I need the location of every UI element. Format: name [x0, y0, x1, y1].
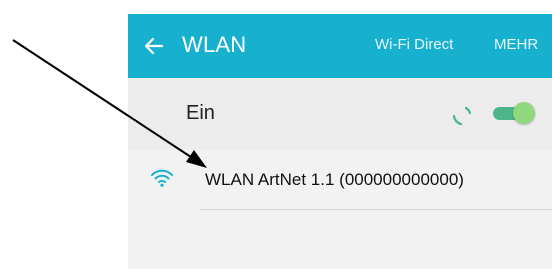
list-divider — [200, 209, 552, 210]
page: WLAN Wi-Fi Direct MEHR Ein WLAN ArtNet 1… — [0, 0, 552, 269]
arrow-left-icon — [144, 37, 164, 55]
wifi-icon — [151, 169, 173, 187]
switch-thumb — [513, 102, 535, 124]
wlan-toggle-switch[interactable] — [491, 102, 537, 124]
wlan-toggle-row[interactable]: Ein — [128, 78, 552, 150]
loading-spinner-icon — [452, 106, 472, 126]
network-name: WLAN ArtNet 1.1 (000000000000) — [205, 170, 464, 189]
wlan-settings-screen: WLAN Wi-Fi Direct MEHR Ein WLAN ArtNet 1… — [128, 14, 552, 269]
back-button[interactable] — [142, 34, 166, 58]
wlan-toggle-label: Ein — [186, 102, 215, 124]
app-bar: WLAN Wi-Fi Direct MEHR — [128, 14, 552, 78]
network-list: WLAN ArtNet 1.1 (000000000000) — [128, 150, 552, 269]
wifi-direct-button[interactable]: Wi-Fi Direct — [375, 36, 453, 53]
page-title: WLAN — [182, 32, 247, 57]
network-item[interactable]: WLAN ArtNet 1.1 (000000000000) — [128, 150, 552, 210]
more-menu-button[interactable]: MEHR — [494, 36, 538, 53]
